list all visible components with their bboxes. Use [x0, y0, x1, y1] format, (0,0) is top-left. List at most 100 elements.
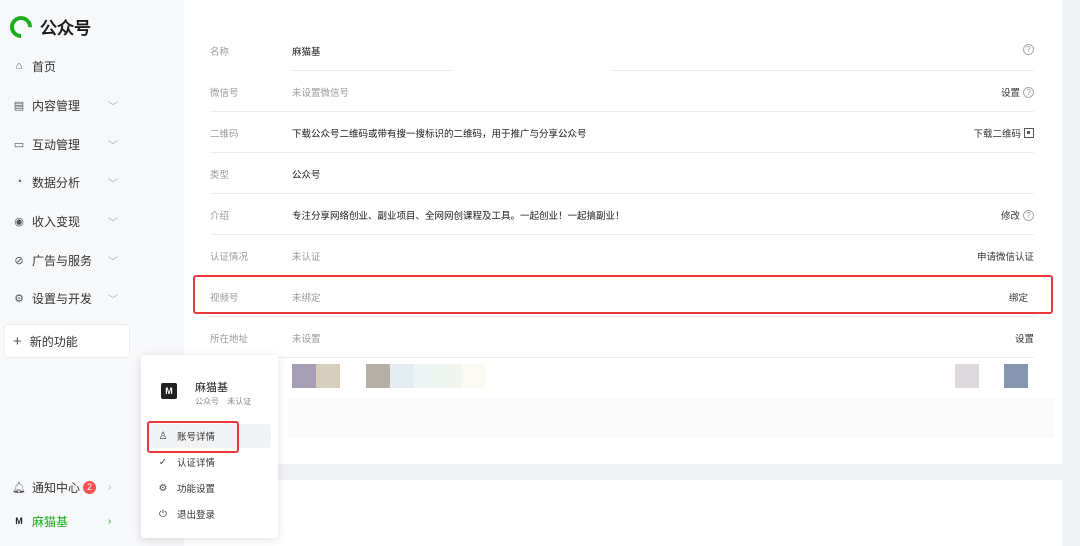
sidebar-item-label: 互动管理 — [32, 137, 81, 152]
gear-icon: ⚙ — [158, 482, 168, 494]
menu-item-label: 退出登录 — [177, 510, 216, 521]
qrcode-icon — [1024, 128, 1034, 138]
row-address: 所在地址 未设置 设置 — [210, 317, 1034, 358]
logo-text: 公众号 — [40, 19, 91, 38]
row-label: 名称 — [210, 47, 230, 58]
sidebar-item-ads[interactable]: ⊘ 广告与服务 ﹀ — [0, 247, 130, 273]
sidebar-item-label: 广告与服务 — [32, 253, 93, 268]
account-label: 麻猫基 — [32, 514, 69, 529]
row-qrcode: 二维码 下载公众号二维码或带有搜一搜标识的二维码，用于推广与分享公众号 下载二维… — [210, 112, 1034, 153]
secondary-panel — [184, 480, 1062, 546]
row-label: 类型 — [210, 170, 230, 181]
blurred-strip — [288, 398, 1054, 438]
sidebar-item-label: 设置与开发 — [32, 291, 93, 306]
chat-icon: ▭ — [13, 138, 25, 151]
help-icon[interactable]: ? — [1023, 209, 1034, 221]
sidebar-item-notifications[interactable]: 🔔︎ 通知中心 2 › — [0, 474, 130, 500]
set-wechat-id-link[interactable]: 设置 — [1001, 85, 1020, 99]
menu-item-label: 功能设置 — [177, 484, 216, 495]
row-action[interactable]: 设置 ? — [1001, 85, 1034, 99]
sidebar-item-account[interactable]: M 麻猫基 › — [0, 508, 130, 534]
sidebar-item-home[interactable]: ⌂ 首页 — [0, 53, 130, 79]
app-logo[interactable]: 公众号 — [5, 10, 91, 43]
logo-icon — [5, 10, 37, 43]
blurred-swatch — [955, 364, 979, 388]
row-label: 所在地址 — [210, 334, 249, 345]
chevron-down-icon: ﹀ — [108, 101, 118, 113]
row-intro: 介绍 专注分享网络创业、副业项目、全网网创课程及工具。一起创业！一起搞副业！ 修… — [210, 194, 1034, 235]
gear-icon: ⚙ — [14, 292, 24, 305]
document-icon: ▤ — [13, 99, 25, 112]
sidebar: 公众号 ⌂ 首页 ▤ 内容管理 ﹀ ▭ 互动管理 ﹀ ◔ 数据分析 ﹀ ◉ 收入… — [0, 0, 140, 546]
menu-item-label: 认证详情 — [177, 458, 216, 469]
blurred-swatch — [462, 364, 486, 388]
row-label: 微信号 — [210, 88, 239, 99]
bell-icon: 🔔︎ — [12, 481, 26, 494]
edit-intro-link[interactable]: 修改 — [1001, 208, 1020, 222]
account-status: 未认证 — [227, 397, 252, 406]
row-value: 公众号 — [292, 170, 321, 181]
blurred-swatch — [316, 364, 340, 388]
row-action[interactable]: 申请微信认证 — [977, 249, 1034, 263]
avatar: M — [15, 516, 23, 526]
row-label: 认证情况 — [210, 252, 249, 263]
blurred-swatch — [366, 364, 390, 388]
menu-item-feature-settings[interactable]: ⚙ 功能设置 — [149, 476, 271, 500]
row-verification: 认证情况 未认证 申请微信认证 — [210, 235, 1034, 276]
new-feature-button[interactable]: + 新的功能 — [4, 324, 130, 358]
sidebar-item-analytics[interactable]: ◔ 数据分析 ﹀ — [0, 169, 130, 195]
help-icon[interactable]: ? — [1023, 44, 1034, 55]
blurred-swatch — [414, 364, 438, 388]
row-action: ? — [1023, 44, 1034, 55]
account-details-highlight — [147, 421, 239, 453]
row-value: 麻猫基 — [292, 47, 321, 58]
chevron-down-icon: ﹀ — [108, 256, 118, 268]
sidebar-item-label: 收入变现 — [32, 214, 81, 229]
row-label: 二维码 — [210, 129, 239, 140]
blurred-swatch — [1004, 364, 1028, 388]
compass-icon: ⊘ — [14, 254, 24, 267]
set-address-link[interactable]: 设置 — [1015, 331, 1034, 345]
row-type: 类型 公众号 — [210, 153, 1034, 194]
account-type: 公众号 — [195, 397, 219, 406]
new-feature-label: 新的功能 — [29, 334, 78, 349]
sidebar-item-content[interactable]: ▤ 内容管理 ﹀ — [0, 92, 130, 118]
chevron-right-icon: › — [108, 515, 112, 527]
apply-verification-link[interactable]: 申请微信认证 — [977, 249, 1034, 263]
coin-icon: ◉ — [14, 215, 24, 228]
sidebar-item-settings[interactable]: ⚙ 设置与开发 ﹀ — [0, 285, 130, 311]
chevron-right-icon: › — [108, 481, 112, 493]
row-action[interactable]: 下载二维码 — [973, 126, 1034, 140]
popup-account-name: 麻猫基 — [195, 382, 228, 394]
check-circle-icon: ✓ — [158, 456, 168, 468]
row-action[interactable]: 修改 ? — [1001, 208, 1034, 222]
blurred-swatch — [390, 364, 414, 388]
avatar: M — [161, 383, 177, 399]
row-value: 未认证 — [292, 252, 321, 263]
row-value: 未设置 — [292, 334, 321, 345]
plus-icon: + — [13, 332, 22, 350]
sidebar-item-label: 内容管理 — [32, 98, 81, 113]
chevron-down-icon: ﹀ — [108, 178, 118, 190]
row-wechat-id: 微信号 未设置微信号 设置 ? — [210, 71, 1034, 112]
menu-item-verification-details[interactable]: ✓ 认证详情 — [149, 450, 271, 474]
row-name: 名称 麻猫基 ? — [210, 30, 1034, 71]
row-value: 专注分享网络创业、副业项目、全网网创课程及工具。一起创业！一起搞副业！ — [292, 211, 625, 222]
menu-item-logout[interactable]: ⏻ 退出登录 — [149, 502, 271, 526]
power-icon: ⏻ — [159, 508, 167, 520]
row-value: 下载公众号二维码或带有搜一搜标识的二维码，用于推广与分享公众号 — [292, 129, 587, 140]
row-action[interactable]: 设置 — [1015, 331, 1034, 345]
sidebar-item-revenue[interactable]: ◉ 收入变现 ﹀ — [0, 208, 130, 234]
row-value: 未设置微信号 — [292, 88, 350, 99]
chevron-down-icon: ﹀ — [108, 217, 118, 229]
account-info-panel: 名称 麻猫基 ? 微信号 未设置微信号 设置 ? 二维码 下载公众号二维码或带有… — [184, 0, 1062, 464]
help-icon[interactable]: ? — [1023, 86, 1034, 98]
download-qrcode-link[interactable]: 下载二维码 — [973, 126, 1021, 140]
sidebar-item-interaction[interactable]: ▭ 互动管理 ﹀ — [0, 131, 130, 157]
sidebar-item-label: 数据分析 — [32, 175, 81, 190]
chevron-down-icon: ﹀ — [108, 294, 118, 306]
notification-badge: 2 — [83, 480, 97, 494]
row-label: 介绍 — [210, 211, 230, 222]
blurred-swatch — [292, 364, 316, 388]
home-icon: ⌂ — [15, 60, 23, 72]
